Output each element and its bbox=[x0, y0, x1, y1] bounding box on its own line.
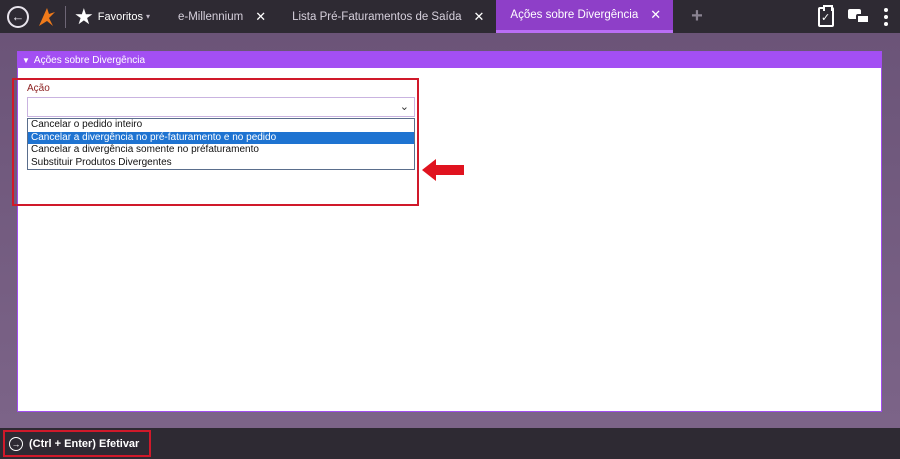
option-substituir-produtos[interactable]: Substituir Produtos Divergentes bbox=[28, 157, 414, 170]
add-tab-icon[interactable]: + bbox=[691, 5, 703, 28]
tab-acoes-sobre-divergencia[interactable]: Ações sobre Divergência ✕ bbox=[496, 0, 674, 33]
top-bar: ← ★ Favoritos ▾ e-Millennium ✕ Lista Pré… bbox=[0, 0, 900, 33]
clipboard-check-icon[interactable] bbox=[818, 4, 834, 27]
tab-label: Ações sobre Divergência bbox=[510, 9, 639, 21]
chat-icon[interactable] bbox=[848, 8, 870, 25]
arrow-right-circle-icon: → bbox=[9, 436, 23, 451]
option-cancelar-pedido[interactable]: Cancelar o pedido inteiro bbox=[28, 119, 414, 132]
star-icon[interactable]: ★ bbox=[74, 5, 94, 28]
option-cancelar-divergencia-pedido[interactable]: Cancelar a divergência no pré-faturament… bbox=[28, 131, 414, 144]
pointer-arrow-icon bbox=[422, 159, 464, 181]
panel-title: Ações sobre Divergência bbox=[33, 54, 146, 66]
field-label-acao: Ação bbox=[27, 83, 50, 94]
close-icon[interactable]: ✕ bbox=[650, 7, 661, 23]
efetivar-button[interactable]: → (Ctrl + Enter) Efetivar bbox=[3, 430, 151, 457]
back-arrow-icon[interactable]: ← bbox=[7, 5, 29, 28]
close-icon[interactable]: ✕ bbox=[255, 9, 266, 25]
separator bbox=[65, 5, 66, 28]
topbar-actions bbox=[818, 0, 888, 33]
panel-header[interactable]: ▼ Ações sobre Divergência bbox=[18, 52, 881, 68]
kebab-menu-icon[interactable] bbox=[884, 7, 888, 26]
collapse-caret-icon[interactable]: ▼ bbox=[22, 56, 30, 65]
main-area: ▼ Ações sobre Divergência Ação ⌄ Cancela… bbox=[0, 33, 900, 428]
favorites-menu[interactable]: Favoritos bbox=[98, 11, 143, 23]
close-icon[interactable]: ✕ bbox=[474, 9, 485, 25]
millennium-logo[interactable] bbox=[37, 6, 57, 28]
option-cancelar-divergencia-prefaturamento[interactable]: Cancelar a divergência somente no préfat… bbox=[28, 144, 414, 157]
efetivar-label: (Ctrl + Enter) Efetivar bbox=[29, 437, 140, 450]
actions-panel: ▼ Ações sobre Divergência Ação ⌄ Cancela… bbox=[17, 51, 882, 412]
tab-label: e-Millennium bbox=[178, 10, 244, 23]
action-select[interactable]: ⌄ bbox=[27, 97, 415, 117]
bottom-bar: → (Ctrl + Enter) Efetivar bbox=[0, 428, 900, 459]
chevron-down-icon[interactable]: ▾ bbox=[146, 12, 150, 21]
tab-e-millennium[interactable]: e-Millennium ✕ bbox=[164, 0, 278, 33]
chevron-down-icon[interactable]: ⌄ bbox=[400, 100, 409, 113]
action-options-list: Cancelar o pedido inteiro Cancelar a div… bbox=[27, 118, 415, 170]
tab-label: Lista Pré-Faturamentos de Saída bbox=[292, 10, 462, 23]
tab-lista-pre-faturamentos[interactable]: Lista Pré-Faturamentos de Saída ✕ bbox=[278, 0, 496, 33]
